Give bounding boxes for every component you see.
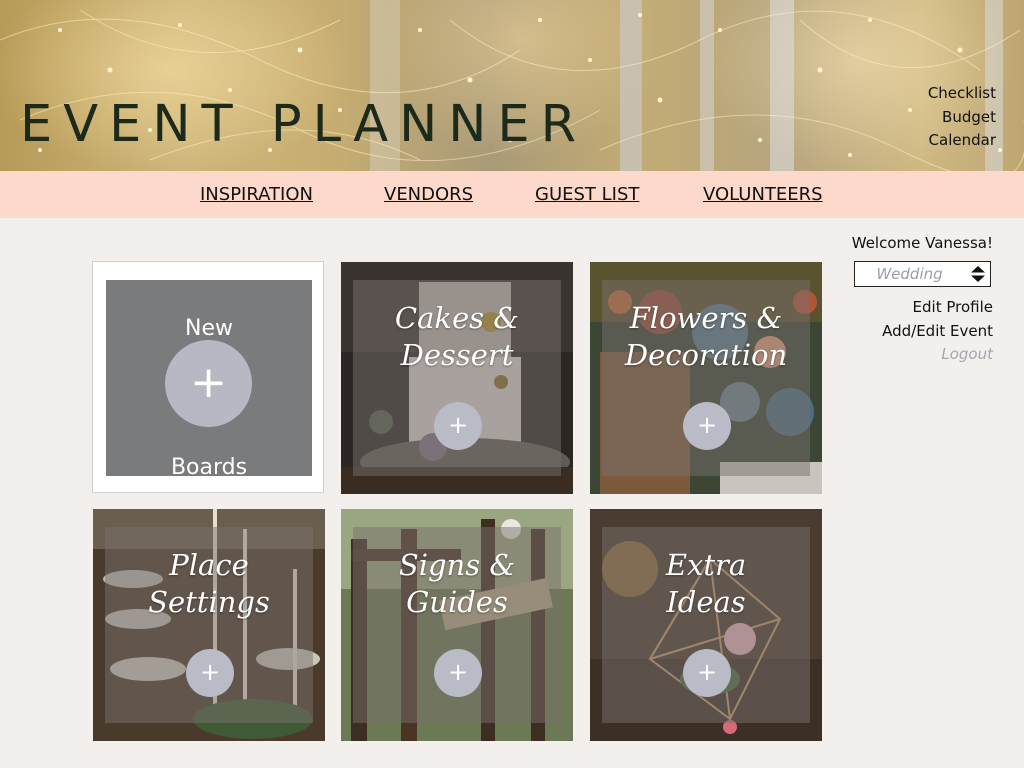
new-board-plus-button[interactable]: + <box>165 340 252 427</box>
tile-label: Flowers & Decoration <box>624 301 788 372</box>
board-tile-extra-ideas[interactable]: Extra Ideas + <box>590 509 822 741</box>
add-to-cakes-button[interactable]: + <box>434 402 482 450</box>
event-select[interactable]: Wedding <box>854 261 991 287</box>
board-tile-place-settings[interactable]: Place Settings + <box>93 509 325 741</box>
event-select-value: Wedding <box>876 265 943 283</box>
edit-profile-link[interactable]: Edit Profile <box>882 296 993 320</box>
top-links: Checklist Budget Calendar <box>928 82 996 153</box>
nav-item-vendors[interactable]: VENDORS <box>384 171 473 218</box>
new-board-panel: New + Boards <box>106 280 312 480</box>
budget-link[interactable]: Budget <box>928 106 996 130</box>
app-title: EVENT PLANNER <box>20 95 588 154</box>
welcome-message: Welcome Vanessa! <box>851 234 993 252</box>
board-tile-signs[interactable]: Signs & Guides + <box>341 509 573 741</box>
logout-link[interactable]: Logout <box>882 343 993 367</box>
board-tile-cakes[interactable]: Cakes & Dessert + <box>341 262 573 494</box>
add-to-signs-button[interactable]: + <box>434 649 482 697</box>
nav-item-volunteers[interactable]: VOLUNTEERS <box>703 171 823 218</box>
tile-label: Signs & Guides <box>398 548 516 619</box>
add-to-flowers-button[interactable]: + <box>683 402 731 450</box>
add-to-extra-ideas-button[interactable]: + <box>683 649 731 697</box>
new-board-top-label: New <box>185 316 233 341</box>
new-board-bottom-label: Boards <box>170 455 248 480</box>
header-banner: EVENT PLANNER Checklist Budget Calendar <box>0 0 1024 171</box>
tile-label: Cakes & Dessert <box>394 301 520 372</box>
checklist-link[interactable]: Checklist <box>928 82 996 106</box>
add-to-place-settings-button[interactable]: + <box>186 649 234 697</box>
account-links: Edit Profile Add/Edit Event Logout <box>882 296 993 367</box>
nav-item-inspiration[interactable]: INSPIRATION <box>200 171 313 218</box>
tile-label: Extra Ideas <box>665 548 747 619</box>
board-tile-flowers[interactable]: Flowers & Decoration + <box>590 262 822 494</box>
nav-item-guest-list[interactable]: GUEST LIST <box>535 171 639 218</box>
select-arrows-icon <box>971 266 985 282</box>
main-nav: INSPIRATION VENDORS GUEST LIST VOLUNTEER… <box>0 171 1024 218</box>
calendar-link[interactable]: Calendar <box>928 129 996 153</box>
add-edit-event-link[interactable]: Add/Edit Event <box>882 320 993 344</box>
new-board-tile[interactable]: New + Boards <box>92 261 324 493</box>
tile-label: Place Settings <box>148 548 270 619</box>
